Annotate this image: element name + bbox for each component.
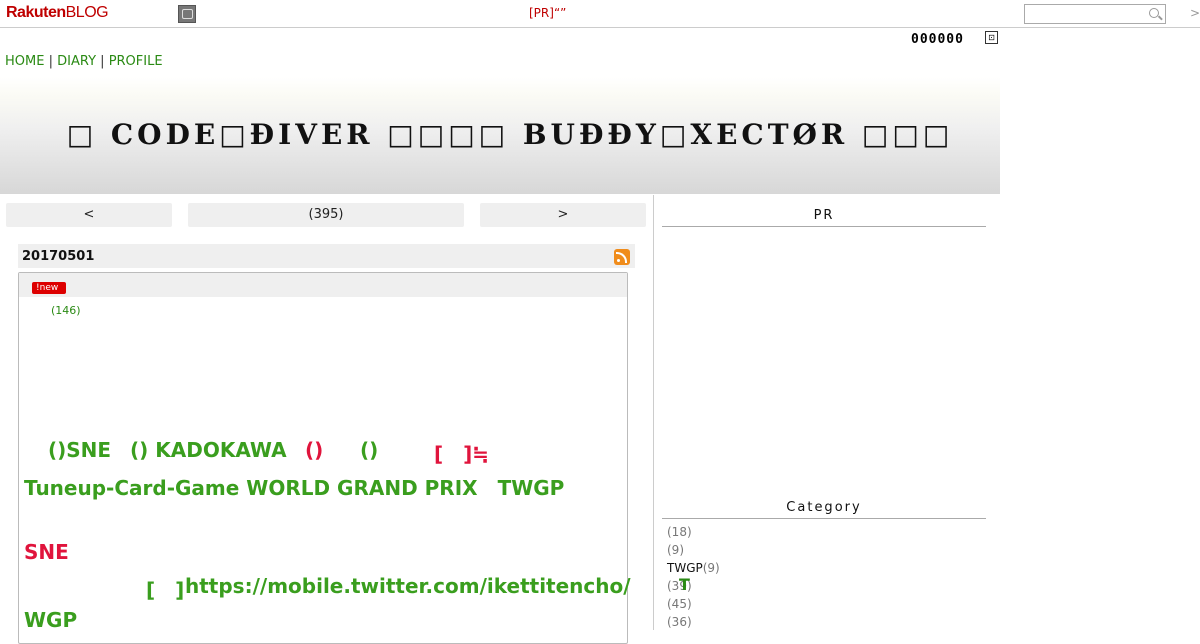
- nav-separator: |: [48, 54, 53, 69]
- nav-separator: |: [100, 54, 105, 69]
- search-input[interactable]: [1024, 4, 1166, 24]
- entry-text-twgp: Tuneup-Card-Game WORLD GRAND PRIX TWGP: [24, 476, 565, 500]
- logo-sub-text: BLOG: [65, 4, 109, 21]
- logo-main-text: Rakuten: [6, 4, 66, 21]
- category-item[interactable]: (9): [667, 543, 684, 557]
- nav-profile[interactable]: PROFILE: [109, 54, 163, 69]
- nav-home[interactable]: HOME: [5, 54, 44, 69]
- entry-text-bracket-2: [ ]: [146, 578, 185, 602]
- rakuten-blog-logo[interactable]: RakutenBLOG: [6, 4, 109, 22]
- new-badge-label: new: [39, 283, 59, 293]
- column-divider: [653, 195, 654, 630]
- blog-title[interactable]: □ CODE□ĐIVER □□□□ BUĐĐY□XECTØR □□□: [0, 118, 1020, 151]
- entry-text-bracket: [ ]≒: [434, 442, 490, 466]
- comment-count[interactable]: (146): [51, 304, 81, 317]
- category-item[interactable]: (18): [667, 525, 692, 539]
- category-item[interactable]: (36): [667, 615, 692, 629]
- app-icon[interactable]: [178, 5, 196, 23]
- category-item[interactable]: (45): [667, 597, 692, 611]
- category-count: (45): [667, 597, 692, 611]
- entry-date[interactable]: 20170501: [22, 249, 94, 264]
- entry-text-paren-2: (): [360, 438, 379, 462]
- rss-icon[interactable]: [614, 249, 630, 265]
- category-count: (9): [702, 561, 720, 575]
- twitter-link[interactable]: https://mobile.twitter.com/ikettitencho/: [185, 574, 631, 598]
- prev-page-button[interactable]: <: [6, 203, 172, 227]
- date-bar: 20170501: [18, 244, 635, 268]
- pr-link[interactable]: [PR]“”: [529, 6, 566, 20]
- top-bar: RakutenBLOG [PR]“” >: [0, 0, 1200, 28]
- sidebar-pr-heading: PR: [662, 208, 986, 227]
- category-count: (36): [667, 615, 692, 629]
- sidebar-category-heading: Category: [662, 500, 986, 519]
- new-badge: !new: [32, 282, 66, 294]
- blog-nav: HOME | DIARY | PROFILE: [5, 54, 163, 69]
- entry-text-wgp: WGP: [24, 608, 78, 632]
- search-icon[interactable]: [1149, 8, 1159, 18]
- category-name: TWGP: [667, 561, 703, 575]
- category-count: (9): [667, 543, 684, 557]
- nav-diary[interactable]: DIARY: [57, 54, 96, 69]
- visit-counter: 000000: [911, 32, 964, 47]
- entry-text-sne-heading: SNE: [24, 540, 69, 564]
- next-page-button[interactable]: >: [480, 203, 646, 227]
- entry-count-button[interactable]: (395): [188, 203, 464, 227]
- category-item[interactable]: TWGP(9): [667, 561, 720, 575]
- entry-text-paren-1: (): [305, 438, 324, 462]
- counter-info-icon[interactable]: ⊡: [985, 31, 998, 44]
- entry-text-kadokawa: () KADOKAWA: [130, 438, 287, 462]
- t-marker-icon: T: [679, 575, 690, 594]
- entry-header: !new: [19, 273, 627, 297]
- entry-text-sne: ()SNE: [48, 438, 112, 462]
- category-count: (18): [667, 525, 692, 539]
- next-arrow-icon[interactable]: >: [1190, 6, 1200, 20]
